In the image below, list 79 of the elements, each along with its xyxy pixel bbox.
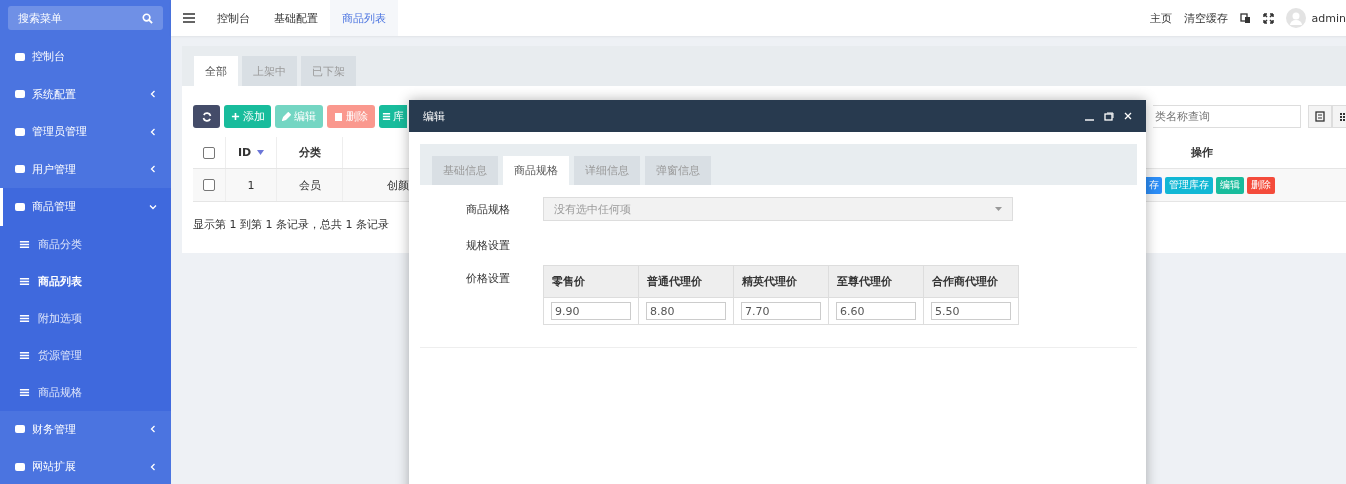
checkbox[interactable] [203,146,215,159]
nav-tab[interactable]: 控制台 [205,0,262,36]
row-action-button[interactable]: 编辑 [1216,176,1244,194]
menu-item[interactable]: 财务管理 [0,410,171,448]
filter-tab[interactable]: 已下架 [301,56,356,86]
dialog-title: 编辑 [423,108,445,124]
row-action-button[interactable]: 删除 [1247,176,1275,194]
card-icon [1315,111,1325,122]
submenu-item[interactable]: 货源管理 [0,336,171,374]
caret-icon [995,207,1002,211]
table-cell: 会员 [277,169,343,201]
row-action-button[interactable]: 存 [1146,176,1162,194]
chevron-left-icon [149,90,157,99]
submenu-item[interactable]: 商品分类 [0,225,171,263]
field-label: 商品规格 [465,201,511,217]
menu-item[interactable]: 系统配置 [0,75,171,113]
field-label: 价格设置 [465,271,511,286]
menu-item[interactable]: 商品管理 [0,188,171,226]
search-field[interactable]: 搜索菜单 [8,6,163,30]
header-link[interactable]: 清空缓存 [1183,10,1228,26]
spec-select[interactable]: 没有选中任何项 [543,197,1013,221]
price-input[interactable]: 5.50 [931,302,1011,320]
header-link[interactable]: 主页 [1149,10,1172,26]
maximize-icon[interactable] [1104,111,1114,121]
card-view-button[interactable] [1308,105,1332,128]
chevron-left-icon [149,165,157,174]
translate-icon[interactable] [1239,12,1251,24]
table-cell: 创颜 [387,177,409,193]
field-label: 规格设置 [465,237,511,253]
pencil-icon [282,112,291,121]
column-header[interactable]: ID [237,146,252,159]
submenu-item[interactable]: 商品列表 [0,262,171,300]
price-input[interactable]: 6.60 [836,302,916,320]
chevron-left-icon [149,127,157,136]
chevron-left-icon [149,462,157,471]
fullscreen-icon[interactable] [1262,12,1274,24]
dialog-tab[interactable]: 详细信息 [574,156,640,185]
chevron-down-icon [149,202,157,211]
column-header: 操作 [1190,145,1214,161]
toolbar-button[interactable]: 库 [379,105,407,128]
column-header: 合作商代理价 [924,266,1018,298]
search-field[interactable]: 类名称查询 [1153,105,1301,128]
menu-item[interactable]: 控制台 [0,38,171,76]
price-input[interactable]: 9.90 [551,302,631,320]
filter-tab[interactable]: 上架中 [242,56,297,86]
sort-icon[interactable] [257,150,265,155]
column-header: 零售价 [544,266,638,298]
chevron-left-icon [149,425,157,434]
dialog-tab[interactable]: 基础信息 [432,156,498,185]
plus-icon [230,112,240,121]
submenu-item[interactable]: 商品规格 [0,373,171,411]
dialog-tab[interactable]: 商品规格 [503,156,569,185]
grid-icon [1339,111,1346,122]
price-input[interactable]: 8.80 [646,302,726,320]
list-icon [382,112,391,121]
column-header: 普通代理价 [639,266,733,298]
row-action-button[interactable]: 管理库存 [1165,176,1213,194]
toolbar-button[interactable]: 添加 [224,105,271,128]
column-header: 至尊代理价 [829,266,923,298]
close-icon[interactable] [1124,112,1132,120]
menu-item[interactable]: 网站扩展 [0,448,171,484]
nav-tab[interactable]: 基础配置 [262,0,330,36]
search-icon [142,13,153,24]
filter-tab[interactable]: 全部 [194,56,238,86]
submenu-item[interactable]: 附加选项 [0,299,171,337]
pagination-info: 显示第 1 到第 1 条记录，总共 1 条记录 [193,217,390,232]
nav-tab[interactable]: 商品列表 [330,0,398,36]
menu-item[interactable]: 用户管理 [0,150,171,188]
refresh-icon [201,111,212,122]
checkbox[interactable] [203,179,215,191]
price-input[interactable]: 7.70 [741,302,821,320]
refresh-button[interactable] [193,105,220,128]
trash-icon [334,112,343,121]
dialog-tab[interactable]: 弹窗信息 [645,156,711,185]
column-header: 分类 [277,137,343,168]
table-cell: 1 [226,169,277,201]
column-header: 精英代理价 [734,266,828,298]
user-name[interactable]: admin [1311,11,1346,25]
menu-item[interactable]: 管理员管理 [0,113,171,151]
